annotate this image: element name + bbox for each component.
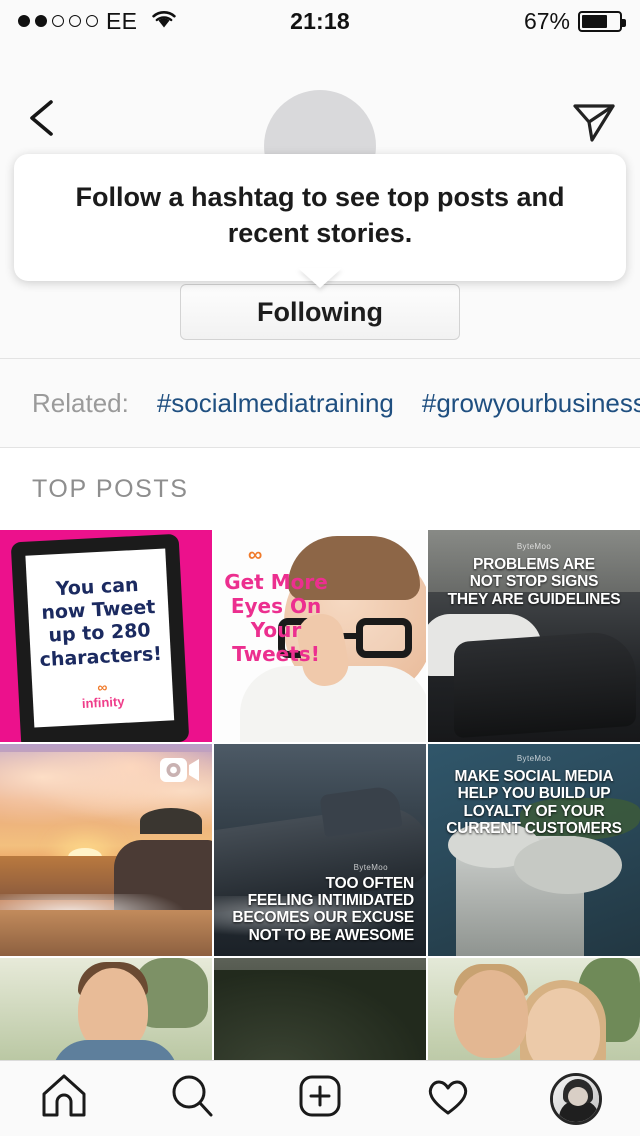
post-thumbnail[interactable]: ByteMoo TOO OFTEN FEELING INTIMIDATED BE…	[214, 744, 426, 956]
direct-message-button[interactable]	[570, 98, 618, 146]
post-5-watermark: ByteMoo	[353, 863, 388, 872]
post-thumbnail[interactable]	[0, 744, 212, 956]
status-bar: EE 21:18 67%	[0, 0, 640, 42]
following-button[interactable]: Following	[180, 284, 460, 340]
posts-grid: You can now Tweet up to 280 characters! …	[0, 530, 640, 1060]
post-1-brand: ∞ infinity	[81, 678, 125, 712]
tab-activity[interactable]	[400, 1068, 496, 1130]
post-5-text: TOO OFTEN FEELING INTIMIDATED BECOMES OU…	[232, 874, 414, 944]
related-tag-2[interactable]: #growyourbusiness	[422, 388, 640, 419]
related-hashtags-row[interactable]: Related: #socialmediatraining #growyourb…	[0, 358, 640, 448]
post-1-text: You can now Tweet up to 280 characters!	[39, 573, 163, 671]
video-camera-icon	[160, 756, 200, 784]
tab-search[interactable]	[144, 1068, 240, 1130]
post-2-brand: ∞	[248, 544, 263, 566]
top-posts-header: TOP POSTS	[0, 448, 640, 530]
hashtag-tooltip[interactable]: Follow a hashtag to see top posts and re…	[14, 154, 626, 282]
back-button[interactable]	[22, 96, 66, 140]
page-title: TOP POSTS	[32, 474, 189, 503]
post-thumbnail[interactable]	[214, 958, 426, 1060]
tooltip-arrow	[298, 268, 342, 288]
instagram-hashtag-screen: EE 21:18 67% Following Follow a hashtag …	[0, 0, 640, 1136]
add-post-icon	[294, 1070, 346, 1127]
related-label: Related:	[32, 387, 129, 418]
battery-icon	[578, 10, 626, 32]
tooltip-text: Follow a hashtag to see top posts and re…	[75, 182, 565, 248]
post-thumbnail[interactable]: ∞ Get More Eyes On Your Tweets!	[214, 530, 426, 742]
post-thumbnail[interactable]	[428, 958, 640, 1060]
post-thumbnail[interactable]	[0, 958, 212, 1060]
tab-add-post[interactable]	[272, 1068, 368, 1130]
post-3-watermark: ByteMoo	[516, 542, 552, 551]
related-tag-1[interactable]: #socialmediatraining	[157, 388, 394, 419]
home-icon	[38, 1070, 90, 1127]
bottom-tab-bar	[0, 1060, 640, 1136]
post-thumbnail[interactable]: You can now Tweet up to 280 characters! …	[0, 530, 212, 742]
heart-icon	[422, 1070, 474, 1127]
tab-profile[interactable]	[528, 1068, 624, 1130]
post-thumbnail[interactable]: ByteMoo PROBLEMS ARE NOT STOP SIGNS THEY…	[428, 530, 640, 742]
profile-avatar	[550, 1072, 602, 1125]
post-2-text: Get More Eyes On Your Tweets!	[224, 570, 328, 666]
status-bar-right: 67%	[320, 7, 626, 35]
nav-bar	[0, 42, 640, 222]
search-icon	[166, 1070, 218, 1127]
battery-percent-label: 67%	[523, 7, 570, 34]
post-6-text: MAKE SOCIAL MEDIA HELP YOU BUILD UP LOYA…	[446, 768, 622, 838]
post-6-watermark: ByteMoo	[516, 754, 552, 763]
post-3-text: PROBLEMS ARE NOT STOP SIGNS THEY ARE GUI…	[447, 556, 621, 608]
tab-home[interactable]	[16, 1068, 112, 1130]
post-thumbnail[interactable]: ByteMoo MAKE SOCIAL MEDIA HELP YOU BUILD…	[428, 744, 640, 956]
